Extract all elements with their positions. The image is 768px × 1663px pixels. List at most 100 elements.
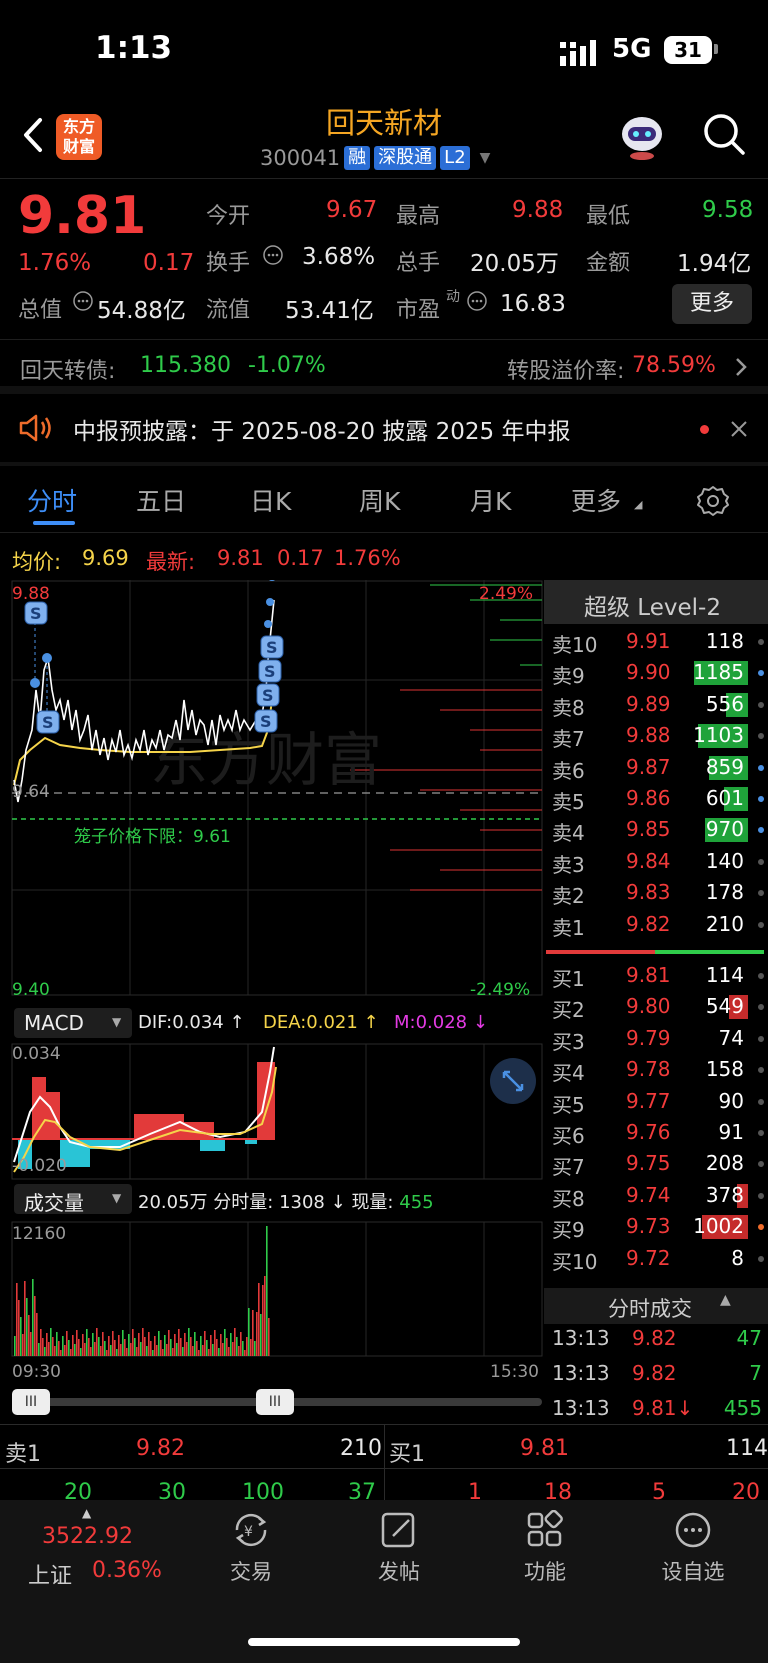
grid-icon (527, 1510, 563, 1547)
ask-row[interactable]: 卖10 9.91 118 (546, 626, 768, 657)
nav-post[interactable]: 发帖 (344, 1510, 454, 1586)
scroll-handle-left[interactable]: III (12, 1389, 50, 1415)
ask-row[interactable]: 卖1 9.82 210 (546, 909, 768, 940)
bid-volume: 208 (705, 1151, 744, 1176)
ask-row[interactable]: 卖7 9.88 1103 (546, 720, 768, 751)
index-value[interactable]: 3522.92 (42, 1524, 133, 1549)
volume-bar (178, 1329, 180, 1356)
bottom-bid-label: 买1 (389, 1442, 425, 1467)
ask-price: 9.87 (626, 754, 671, 779)
turnover-label: 换手 (206, 251, 251, 276)
more-button[interactable]: 更多 (672, 284, 752, 324)
time-end: 15:30 (490, 1362, 539, 1382)
volume-bar (76, 1330, 78, 1356)
bid-row[interactable]: 买6 9.76 91 (546, 1117, 768, 1148)
ticks-header[interactable]: 分时成交 ▲ (544, 1288, 768, 1324)
volume-bar (92, 1333, 94, 1356)
volume-bar (188, 1328, 190, 1356)
volume-bar (108, 1336, 110, 1356)
notice-text[interactable]: 中报预披露：于 2025-08-20 披露 2025 年中报 (73, 412, 570, 446)
volume-bar (184, 1333, 186, 1356)
ask-level-label: 卖8 (552, 695, 585, 720)
expand-button[interactable] (490, 1058, 536, 1104)
volume-bar (214, 1330, 216, 1356)
ask-row[interactable]: 卖9 9.90 1185 (546, 657, 768, 688)
tab-intraday[interactable]: 分时 (27, 482, 77, 518)
intraday-chart[interactable]: 东方财富 S S S S S S (0, 580, 546, 1000)
volume-bar (32, 1279, 34, 1356)
bid-row[interactable]: 买1 9.81 114 (546, 960, 768, 991)
bottom-bid-vol: 114 (726, 1436, 768, 1461)
level2-header[interactable]: 超级 Level-2 (544, 580, 768, 624)
ask-row[interactable]: 卖4 9.85 970 (546, 814, 768, 845)
bid-row[interactable]: 买4 9.78 158 (546, 1054, 768, 1085)
volume-bar (16, 1283, 18, 1356)
tab-monthly-k[interactable]: 月K (470, 482, 511, 518)
nav-trade[interactable]: ¥ 交易 (196, 1510, 306, 1586)
bid-row[interactable]: 买2 9.80 549 (546, 991, 768, 1022)
volume-bar (44, 1347, 46, 1356)
index-pct[interactable]: 0.36% (92, 1558, 162, 1583)
bid-volume: 114 (705, 963, 744, 987)
macd-selector[interactable]: MACD ▼ (14, 1008, 132, 1038)
svg-text:S: S (262, 686, 274, 705)
macd-bottom: -0.020 (12, 1156, 67, 1176)
volume-bar (40, 1329, 42, 1356)
tab-daily-k[interactable]: 日K (250, 482, 291, 518)
volume-bar (60, 1350, 62, 1356)
stock-code-row[interactable]: 300041 融 深股通 L2 ▼ (260, 146, 490, 170)
volume-bar (268, 1318, 270, 1356)
close-icon[interactable] (730, 420, 748, 438)
volume-bar (58, 1341, 60, 1356)
info-icon[interactable] (72, 290, 94, 312)
chevron-right-icon[interactable] (734, 356, 748, 378)
bottom-ask-vol: 210 (340, 1436, 382, 1461)
ask-row[interactable]: 卖3 9.84 140 (546, 846, 768, 877)
volume-bar (138, 1333, 140, 1356)
info-icon[interactable] (262, 244, 284, 266)
tab-more[interactable]: 更多 (571, 482, 621, 518)
ask-row[interactable]: 卖6 9.87 859 (546, 752, 768, 783)
volume-chart[interactable] (0, 1220, 546, 1360)
ask-row[interactable]: 卖2 9.83 178 (546, 877, 768, 908)
time-start: 09:30 (12, 1362, 61, 1382)
triangle-down-icon: ◢ (634, 498, 643, 511)
index-name[interactable]: 上证 (28, 1558, 72, 1590)
y-axis-bottom: 9.40 (12, 980, 50, 1000)
volume-bar (180, 1338, 182, 1356)
status-dot (758, 890, 764, 897)
bid-row[interactable]: 买10 9.72 8 (546, 1243, 768, 1274)
bid-price: 9.81 (626, 963, 671, 987)
volume-bar (112, 1331, 114, 1356)
robot-assistant-icon[interactable] (616, 112, 668, 160)
bottom-ask-label: 卖1 (5, 1442, 41, 1467)
volume-bar (116, 1349, 118, 1356)
search-icon[interactable] (702, 112, 746, 156)
volume-bar (22, 1334, 24, 1356)
gear-icon[interactable] (696, 484, 730, 518)
scroll-handle-right[interactable]: III (256, 1389, 294, 1415)
ask-row[interactable]: 卖8 9.89 556 (546, 689, 768, 720)
ask-row[interactable]: 卖5 9.86 601 (546, 783, 768, 814)
home-indicator[interactable] (248, 1638, 520, 1646)
bid-row[interactable]: 买8 9.74 378 (546, 1180, 768, 1211)
bid-row[interactable]: 买7 9.75 208 (546, 1148, 768, 1179)
tab-weekly-k[interactable]: 周K (359, 482, 400, 518)
bid-row[interactable]: 买3 9.79 74 (546, 1023, 768, 1054)
nav-functions[interactable]: 功能 (490, 1510, 600, 1586)
bid-level-label: 买1 (552, 967, 585, 991)
bid-row[interactable]: 买5 9.77 90 (546, 1086, 768, 1117)
volume-selector[interactable]: 成交量 ▼ (14, 1184, 132, 1215)
macd-chart[interactable] (0, 1042, 546, 1182)
nav-add-watchlist[interactable]: 设自选 (638, 1510, 748, 1586)
volume-bar (162, 1349, 164, 1356)
bid-row[interactable]: 买9 9.73 1002 (546, 1211, 768, 1242)
volume-bar (196, 1341, 198, 1356)
info-icon[interactable] (466, 290, 488, 312)
tab-five-day[interactable]: 五日 (136, 482, 186, 518)
volume-bar (166, 1344, 168, 1356)
bond-name[interactable]: 回天转债: (20, 353, 115, 385)
status-dot (758, 670, 764, 677)
volume-value: 20.05万 (470, 251, 559, 277)
ask-price: 9.90 (626, 660, 671, 685)
